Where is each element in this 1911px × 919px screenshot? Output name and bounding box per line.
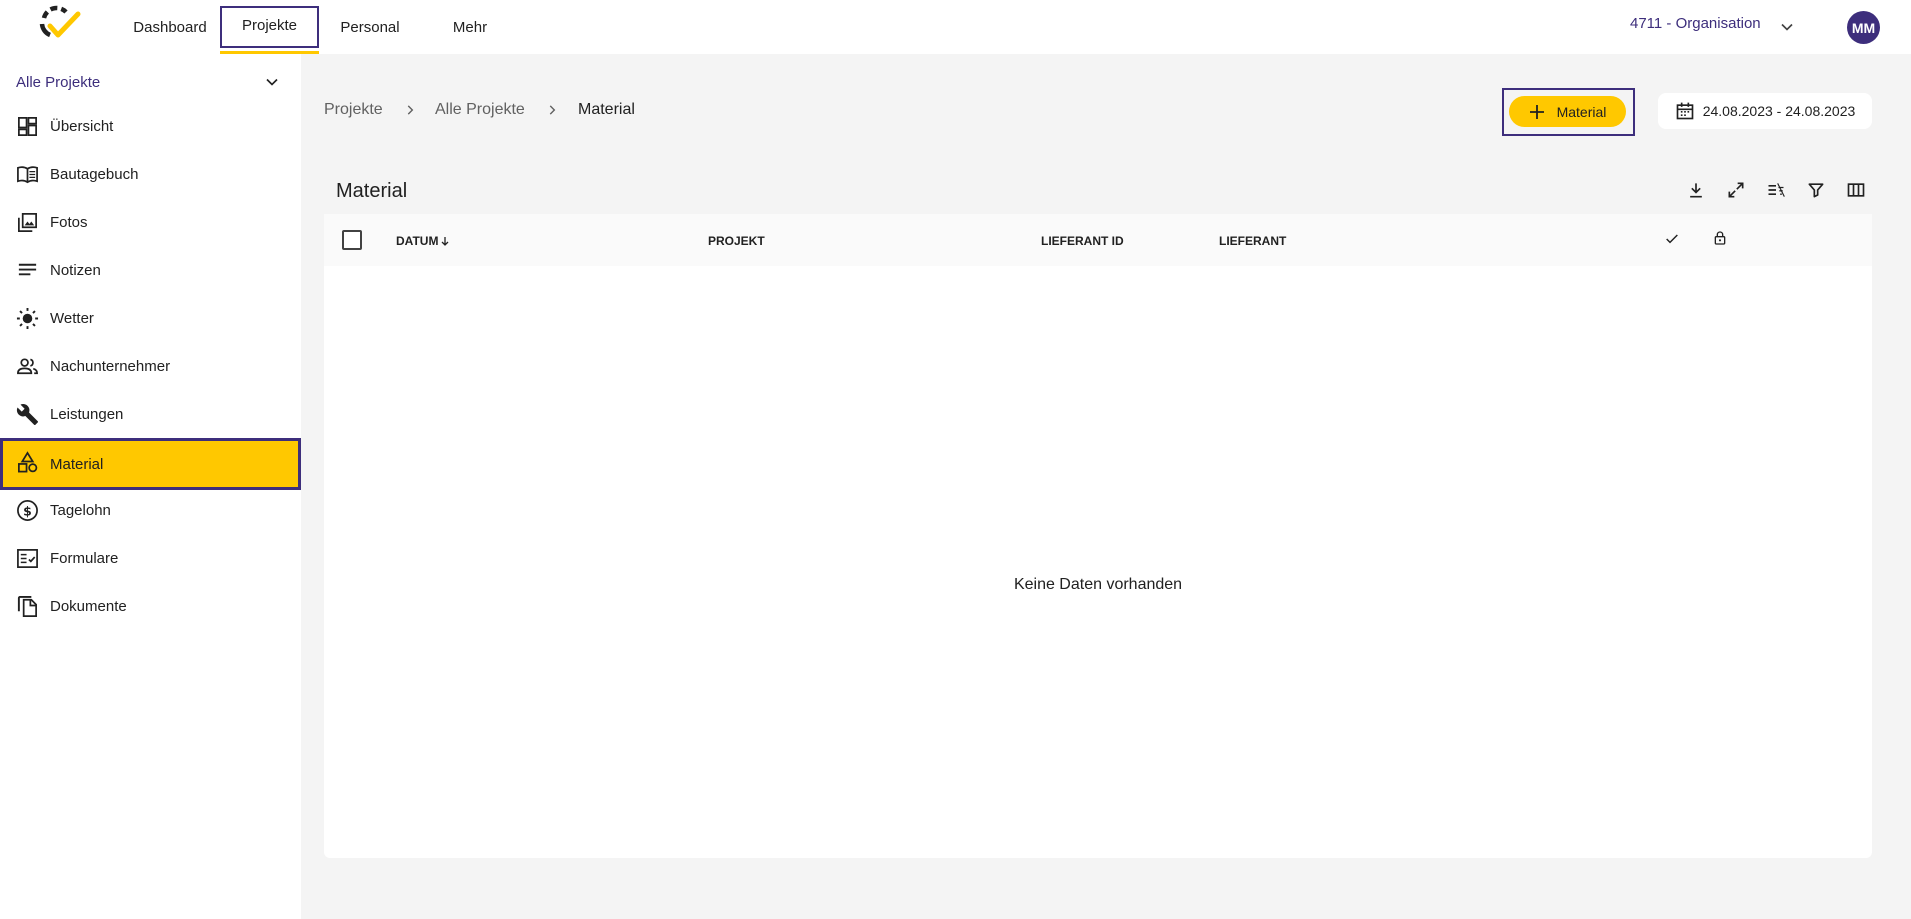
dashboard-icon [18, 117, 37, 136]
breadcrumb-current: Material [578, 101, 635, 118]
sidebar-item-material[interactable]: Material [0, 438, 301, 490]
sidebar-item-label: Nachunternehmer [50, 357, 171, 375]
chevron-down-icon[interactable] [1777, 17, 1797, 37]
shapes-icon [18, 451, 38, 473]
book-icon [17, 166, 38, 184]
download-icon[interactable] [1686, 180, 1706, 200]
people-icon [17, 358, 38, 375]
top-bar: Dashboard Projekte Personal Mehr 4711 - … [0, 0, 1911, 54]
sidebar-item-label: Fotos [50, 213, 88, 231]
sidebar-item-uebersicht[interactable]: Übersicht [0, 102, 301, 150]
project-select-value: Alle Projekte [16, 73, 101, 91]
column-header-projekt[interactable]: PROJEKT [708, 234, 765, 248]
sidebar-item-nachunternehmer[interactable]: Nachunternehmer [0, 342, 301, 390]
clear-sort-icon[interactable] [1766, 180, 1786, 200]
nav-mehr[interactable]: Mehr [440, 0, 500, 54]
sidebar-item-leistungen[interactable]: Leistungen [0, 390, 301, 438]
date-range-value: 24.08.2023 - 24.08.2023 [1702, 103, 1856, 119]
date-range-button[interactable]: 24.08.2023 - 24.08.2023 [1658, 93, 1872, 129]
app-logo-icon[interactable] [36, 4, 84, 44]
check-icon[interactable] [1664, 231, 1680, 247]
columns-icon[interactable] [1846, 180, 1866, 200]
sidebar-item-label: Wetter [50, 309, 94, 327]
sun-icon [16, 307, 39, 330]
nav-mehr-label: Mehr [452, 18, 488, 36]
notes-icon [18, 263, 37, 276]
breadcrumb-alle-projekte[interactable]: Alle Projekte [435, 101, 525, 119]
organisation-selector[interactable]: 4711 - Organisation [1630, 15, 1761, 32]
chevron-right-icon [549, 105, 556, 115]
sidebar-item-label: Tagelohn [50, 501, 111, 519]
material-table-card: Material DATUM PROJEKT LIEFERANT ID LIEF… [324, 168, 1872, 858]
expand-icon[interactable] [1726, 180, 1746, 200]
sidebar-item-dokumente[interactable]: Dokumente [0, 582, 301, 630]
column-header-label: DATUM [396, 234, 439, 248]
photos-icon [18, 213, 37, 232]
sidebar-item-label: Übersicht [50, 117, 114, 135]
filter-icon[interactable] [1806, 180, 1826, 200]
avatar[interactable]: MM [1847, 11, 1880, 44]
nav-dashboard-label: Dashboard [133, 18, 207, 36]
chevron-down-icon [266, 78, 278, 86]
column-header-datum[interactable]: DATUM [396, 234, 450, 248]
add-material-button[interactable]: Material [1509, 96, 1626, 127]
table-toolbar: Material [324, 168, 1872, 214]
sidebar: Alle Projekte Übersicht Bautagebuch Foto… [0, 54, 301, 919]
sidebar-item-notizen[interactable]: Notizen [0, 246, 301, 294]
wrench-icon [16, 404, 39, 426]
column-header-lieferant[interactable]: LIEFERANT [1219, 234, 1286, 248]
dollar-icon: $ [17, 500, 38, 521]
nav-dashboard[interactable]: Dashboard [126, 0, 214, 54]
documents-icon [17, 595, 37, 617]
project-select[interactable]: Alle Projekte [16, 68, 282, 96]
nav-projekte[interactable]: Projekte [220, 0, 319, 54]
sidebar-item-label: Material [50, 455, 104, 473]
sidebar-item-label: Formulare [50, 549, 119, 567]
highlight-box [220, 6, 319, 48]
sidebar-item-bautagebuch[interactable]: Bautagebuch [0, 150, 301, 198]
select-all-checkbox[interactable] [342, 230, 362, 250]
sidebar-item-tagelohn[interactable]: $ Tagelohn [0, 486, 301, 534]
sidebar-item-label: Notizen [50, 261, 101, 279]
nav-personal[interactable]: Personal [330, 0, 410, 54]
table-title: Material [336, 180, 408, 202]
sidebar-item-label: Leistungen [50, 405, 124, 423]
column-header-lieferant-id[interactable]: LIEFERANT ID [1041, 234, 1124, 248]
sidebar-item-wetter[interactable]: Wetter [0, 294, 301, 342]
calendar-icon [1676, 102, 1694, 120]
sidebar-item-fotos[interactable]: Fotos [0, 198, 301, 246]
plus-icon [1529, 104, 1544, 119]
table-header-row: DATUM PROJEKT LIEFERANT ID LIEFERANT [324, 214, 1872, 266]
sidebar-item-formulare[interactable]: Formulare [0, 534, 301, 582]
breadcrumb-projekte[interactable]: Projekte [324, 101, 383, 119]
lock-icon[interactable] [1712, 230, 1728, 246]
empty-state-message: Keine Daten vorhanden [1013, 576, 1183, 593]
add-material-label: Material [1556, 103, 1607, 120]
sidebar-item-label: Bautagebuch [50, 165, 139, 183]
form-icon [17, 549, 38, 568]
arrow-down-icon [441, 237, 449, 246]
chevron-right-icon [407, 105, 414, 115]
svg-text:$: $ [23, 503, 32, 518]
nav-personal-label: Personal [340, 18, 400, 36]
sidebar-item-label: Dokumente [50, 597, 127, 615]
